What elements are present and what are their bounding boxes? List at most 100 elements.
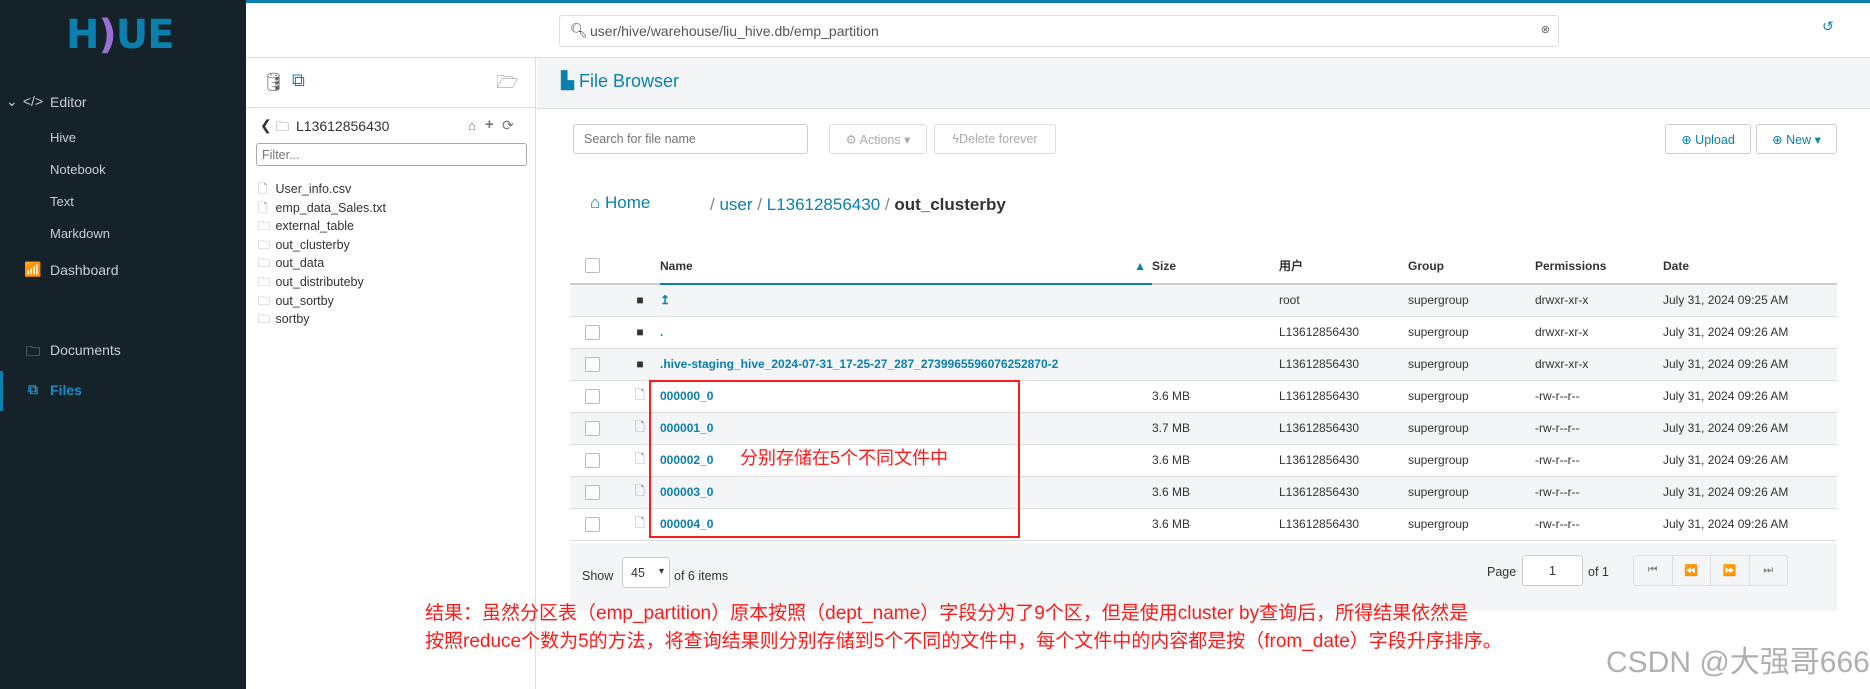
- breadcrumb-home[interactable]: ⌂ Home: [590, 193, 650, 213]
- table-row[interactable]: ■ ↥ root supergroup drwxr-xr-x July 31, 2024 …: [570, 284, 1837, 317]
- file-size: 3.6 MB: [1152, 508, 1279, 541]
- pager-buttons: ⏮ ⏪ ⏩ ⏭: [1633, 555, 1788, 586]
- documents-icon: 🗀: [26, 343, 40, 359]
- filter-input[interactable]: [256, 143, 527, 166]
- sidebar-item-dashboard[interactable]: 📶 Dashboard: [24, 261, 118, 278]
- chevron-down-icon[interactable]: ⌄: [6, 93, 18, 110]
- chevron-down-icon: ▾: [658, 566, 664, 577]
- file-size: [1152, 348, 1279, 381]
- label: Documents: [50, 342, 121, 358]
- refresh-icon[interactable]: ⟳: [502, 117, 514, 134]
- label: Actions: [859, 133, 901, 147]
- file-group: supergroup: [1408, 348, 1535, 381]
- sidebar-item-editor[interactable]: </> Editor: [23, 93, 87, 110]
- file-browser: ▙ File Browser ⚙ Actions ▾ ϟDelete forev…: [537, 58, 1870, 689]
- row-checkbox[interactable]: [585, 452, 600, 468]
- col-date[interactable]: Date: [1663, 248, 1837, 285]
- sidebar: H)UE ⌄ </> Editor Hive Notebook Text Mark…: [0, 0, 246, 689]
- last-page-icon[interactable]: ⏭: [1750, 556, 1788, 585]
- file-date: July 31, 2024 09:26 AM: [1663, 508, 1837, 541]
- first-page-icon[interactable]: ⏮: [1634, 556, 1673, 585]
- label: out_data: [275, 256, 325, 271]
- row-checkbox[interactable]: [585, 356, 600, 372]
- file-size: 3.7 MB: [1152, 412, 1279, 445]
- file-group: supergroup: [1408, 380, 1535, 413]
- label: Delete forever: [959, 132, 1038, 146]
- sidebar-item-files[interactable]: ⧉ Files: [28, 381, 82, 398]
- col-name[interactable]: Name ▲: [660, 248, 1152, 285]
- home-icon: ⌂: [590, 193, 601, 212]
- back-icon[interactable]: ❮: [260, 117, 272, 134]
- sidebar-item-markdown[interactable]: Markdown: [50, 226, 110, 241]
- file-group: supergroup: [1408, 284, 1535, 317]
- upload-button[interactable]: ⊕ Upload: [1665, 124, 1751, 154]
- file-permissions: -rw-r--r--: [1535, 380, 1663, 413]
- clear-icon[interactable]: ⊗: [1541, 23, 1550, 36]
- file-group: supergroup: [1408, 476, 1535, 509]
- page-input[interactable]: 1: [1522, 555, 1583, 586]
- label: emp_data_Sales.txt: [275, 200, 386, 215]
- file-group: supergroup: [1408, 412, 1535, 445]
- table-row[interactable]: ■ .hive-staging_hive_2024-07-31_17-25-27_…: [570, 348, 1837, 381]
- next-page-icon[interactable]: ⏩: [1711, 556, 1750, 585]
- top-bar: 🔍︎ user/hive/warehouse/liu_hive.db/emp_p…: [246, 0, 1870, 58]
- col-user[interactable]: 用户: [1279, 248, 1408, 285]
- actions-button[interactable]: ⚙ Actions ▾: [829, 124, 927, 154]
- row-checkbox[interactable]: [585, 484, 600, 500]
- annotation-note: 分别存储在5个不同文件中: [740, 448, 949, 468]
- folder-icon: 🗀: [276, 119, 290, 134]
- file-permissions: -rw-r--r--: [1535, 444, 1663, 477]
- label: Files: [50, 382, 82, 398]
- file-search-input[interactable]: [573, 124, 808, 154]
- file-date: July 31, 2024 09:26 AM: [1663, 444, 1837, 477]
- prev-page-icon[interactable]: ⏪: [1673, 556, 1711, 585]
- delete-forever-button[interactable]: ϟDelete forever: [934, 124, 1056, 154]
- plus-icon[interactable]: +: [485, 116, 494, 133]
- breadcrumb-folder[interactable]: L13612856430: [767, 195, 880, 214]
- file-name-link[interactable]: .hive-staging_hive_2024-07-31_17-25-27_2…: [660, 357, 1058, 371]
- col-permissions[interactable]: Permissions: [1535, 248, 1663, 285]
- row-checkbox[interactable]: [585, 388, 600, 404]
- select-all-checkbox[interactable]: [585, 258, 600, 274]
- hue-logo[interactable]: H)UE: [66, 12, 175, 58]
- sidebar-item-documents[interactable]: 🗀 Documents: [26, 342, 121, 359]
- file-name-link[interactable]: .: [660, 325, 663, 339]
- file-date: July 31, 2024 09:26 AM: [1663, 348, 1837, 381]
- col-size[interactable]: Size: [1152, 248, 1279, 285]
- breadcrumb-user[interactable]: user: [719, 195, 752, 214]
- file-user: L13612856430: [1279, 412, 1408, 445]
- file-user: L13612856430: [1279, 508, 1408, 541]
- label: out_sortby: [275, 293, 334, 308]
- global-search-input[interactable]: 🔍︎ user/hive/warehouse/liu_hive.db/emp_p…: [559, 15, 1559, 47]
- row-checkbox[interactable]: [585, 516, 600, 532]
- annotation-line-2: 按照reduce个数为5的方法，将查询结果则分别存储到5个不同的文件中，每个文件…: [425, 631, 1502, 652]
- label: Upload: [1695, 133, 1735, 147]
- table-row[interactable]: ■. L13612856430 supergroup drwxr-xr-x July 3…: [570, 316, 1837, 349]
- col-group[interactable]: Group: [1408, 248, 1535, 285]
- files-icon[interactable]: ⧉: [292, 70, 305, 91]
- row-checkbox[interactable]: [585, 324, 600, 340]
- label: sortby: [275, 312, 310, 327]
- sidebar-item-text[interactable]: Text: [50, 194, 74, 209]
- app-header: ▙ File Browser: [537, 58, 1870, 109]
- search-icon: 🔍︎: [570, 22, 588, 38]
- page-label: Page: [1487, 565, 1517, 579]
- breadcrumb-current: out_clusterby: [894, 195, 1006, 214]
- active-indicator: [0, 371, 3, 411]
- new-button[interactable]: ⊕ New ▾: [1756, 124, 1837, 154]
- file-date: July 31, 2024 09:26 AM: [1663, 412, 1837, 445]
- tree-item[interactable]: 🗀 sortby: [258, 310, 310, 331]
- sidebar-item-hive[interactable]: Hive: [50, 130, 76, 145]
- page-size-select[interactable]: 45 ▾: [622, 557, 670, 588]
- sidebar-item-notebook[interactable]: Notebook: [50, 162, 106, 177]
- database-icon[interactable]: 🛢: [262, 72, 285, 93]
- file-date: July 31, 2024 09:26 AM: [1663, 380, 1837, 413]
- file-name-link[interactable]: ↥: [660, 293, 670, 307]
- documents-icon[interactable]: 🗁: [496, 70, 518, 100]
- home-icon[interactable]: ⌂: [468, 118, 476, 133]
- files-icon: ⧉: [28, 381, 38, 397]
- file-permissions: -rw-r--r--: [1535, 476, 1663, 509]
- row-checkbox[interactable]: [585, 420, 600, 436]
- file-permissions: -rw-r--r--: [1535, 508, 1663, 541]
- history-icon[interactable]: ↺: [1822, 18, 1834, 35]
